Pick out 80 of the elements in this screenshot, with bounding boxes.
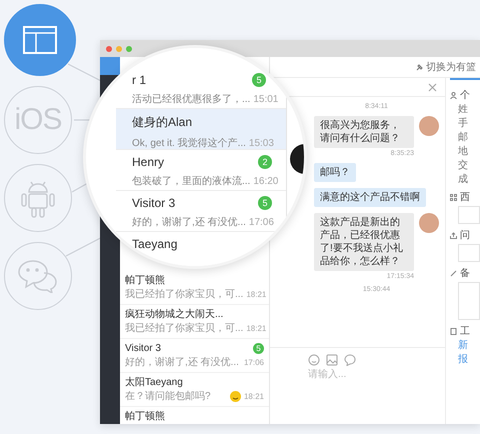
contact-name: 疯狂动物城之大闹天... (125, 308, 224, 321)
conversation-item[interactable]: 帕丁顿熊 我已经拍了你家宝贝，可... 18:21 (120, 271, 269, 305)
close-dot[interactable] (106, 46, 112, 52)
section-icon (450, 270, 457, 276)
text-box[interactable] (458, 206, 480, 224)
message-preview: 我已经拍了你家宝贝，可... (125, 288, 244, 301)
message-time: 16:20 (253, 176, 278, 186)
avatar (419, 116, 439, 136)
message-preview: 好的，谢谢了,还 有没优... (132, 216, 246, 229)
sidebar-tab[interactable] (100, 57, 120, 75)
message-preview: 我已经拍了你家宝贝，可... (125, 322, 244, 335)
message-bubble: 这款产品是新出的产品，已经很优惠了!要不我送点小礼品给你，怎么样？ (314, 213, 414, 271)
conversation-item[interactable]: 疯狂动物城之大闹天... 我已经拍了你家宝贝，可... 18:21 (120, 305, 269, 339)
message-time: 17:06 (248, 216, 274, 228)
chat-icon[interactable] (344, 354, 356, 366)
section-title: 备 (460, 267, 470, 280)
field-label: 交 (457, 160, 469, 172)
section-icon (450, 232, 457, 238)
section-icon (450, 194, 457, 200)
message-time: 17:06 (244, 358, 264, 367)
field-label: 地 (457, 146, 469, 158)
browser-window-icon (23, 26, 57, 54)
conversation-item[interactable]: 帕丁顿熊 (120, 407, 269, 424)
contact-name: 太阳Taeyang (125, 376, 184, 389)
connector-line (72, 182, 88, 193)
unread-badge: 5 (258, 196, 272, 210)
field-label: 姓 (457, 104, 469, 116)
minimize-dot[interactable] (116, 46, 122, 52)
message-preview: Ok, get it. 我觉得这个产... (132, 136, 246, 150)
field-label: 邮 (457, 132, 469, 144)
contact-name: 健身的Alan (132, 114, 194, 131)
conversation-item[interactable]: Henry 2 包装破了，里面的液体流... 16:20 (116, 150, 286, 191)
avatar (419, 213, 439, 233)
message-input[interactable]: 请输入... (308, 369, 428, 380)
message-preview: 活动已经很优惠很多了，... (132, 92, 250, 106)
contact-name: Visitor 3 (132, 196, 176, 210)
message-time: 18:21 (246, 324, 266, 333)
switch-mode-link[interactable]: 切换为有篮 (416, 60, 476, 74)
pin-icon (416, 64, 423, 70)
unread-badge: 5 (253, 343, 264, 354)
message-bubble: 邮吗？ (314, 163, 356, 182)
message-time: 15:03 (248, 138, 274, 148)
contact-name: Visitor 3 (125, 342, 162, 355)
message-preview: 在？请问能包邮吗? (125, 390, 212, 403)
unread-badge: 2 (258, 155, 272, 169)
contact-name: Taeyang (132, 237, 178, 251)
conversation-item[interactable]: 健身的Alan Ok, get it. 我觉得这个产... 15:03 (116, 109, 286, 150)
contact-name: 帕丁顿熊 (125, 274, 166, 287)
section-title: 问 (460, 229, 470, 242)
image-icon[interactable] (326, 354, 338, 366)
message-bubble: 满意的这个产品不错啊 (314, 188, 426, 207)
section-icon (450, 328, 457, 334)
message-time: 18:21 (244, 392, 264, 401)
panel-tab-underline[interactable] (450, 78, 480, 80)
message-time: 18:21 (246, 290, 266, 299)
zoom-dot[interactable] (126, 46, 132, 52)
connector-line (74, 119, 90, 121)
emoji-icon[interactable] (308, 354, 320, 366)
text-box[interactable] (458, 282, 480, 320)
message-preview: 好的，谢谢了,还 有没优... (125, 356, 240, 369)
message-preview: 包装破了，里面的液体流... (132, 174, 250, 188)
conversation-item[interactable]: Visitor 3 5 好的，谢谢了,还 有没优... 17:06 (120, 339, 269, 373)
section-title: 工 (460, 325, 470, 338)
field-label: 成 (457, 174, 469, 186)
conversation-item[interactable]: Visitor 3 5 好的，谢谢了,还 有没优... 17:06 (116, 191, 286, 232)
message-bubble: 很高兴为您服务，请问有什么问题？ (314, 116, 414, 148)
section-title: 个 (460, 89, 470, 102)
close-icon[interactable] (428, 82, 437, 92)
conversation-item[interactable]: Taeyang (116, 232, 286, 266)
conversation-item[interactable]: 太阳Taeyang 在？请问能包邮吗? 18:21 (120, 373, 269, 407)
contact-name: r 1 (132, 73, 148, 87)
field-label: 手 (457, 118, 469, 130)
contact-name: Henry (132, 155, 166, 169)
section-title: 西 (460, 191, 470, 204)
message-time: 15:01 (253, 94, 278, 104)
section-icon (450, 92, 457, 98)
contact-name: 帕丁顿熊 (125, 410, 166, 423)
text-box[interactable] (458, 244, 480, 262)
chat-bubbles-icon (18, 259, 58, 293)
unread-badge: 5 (252, 73, 266, 87)
